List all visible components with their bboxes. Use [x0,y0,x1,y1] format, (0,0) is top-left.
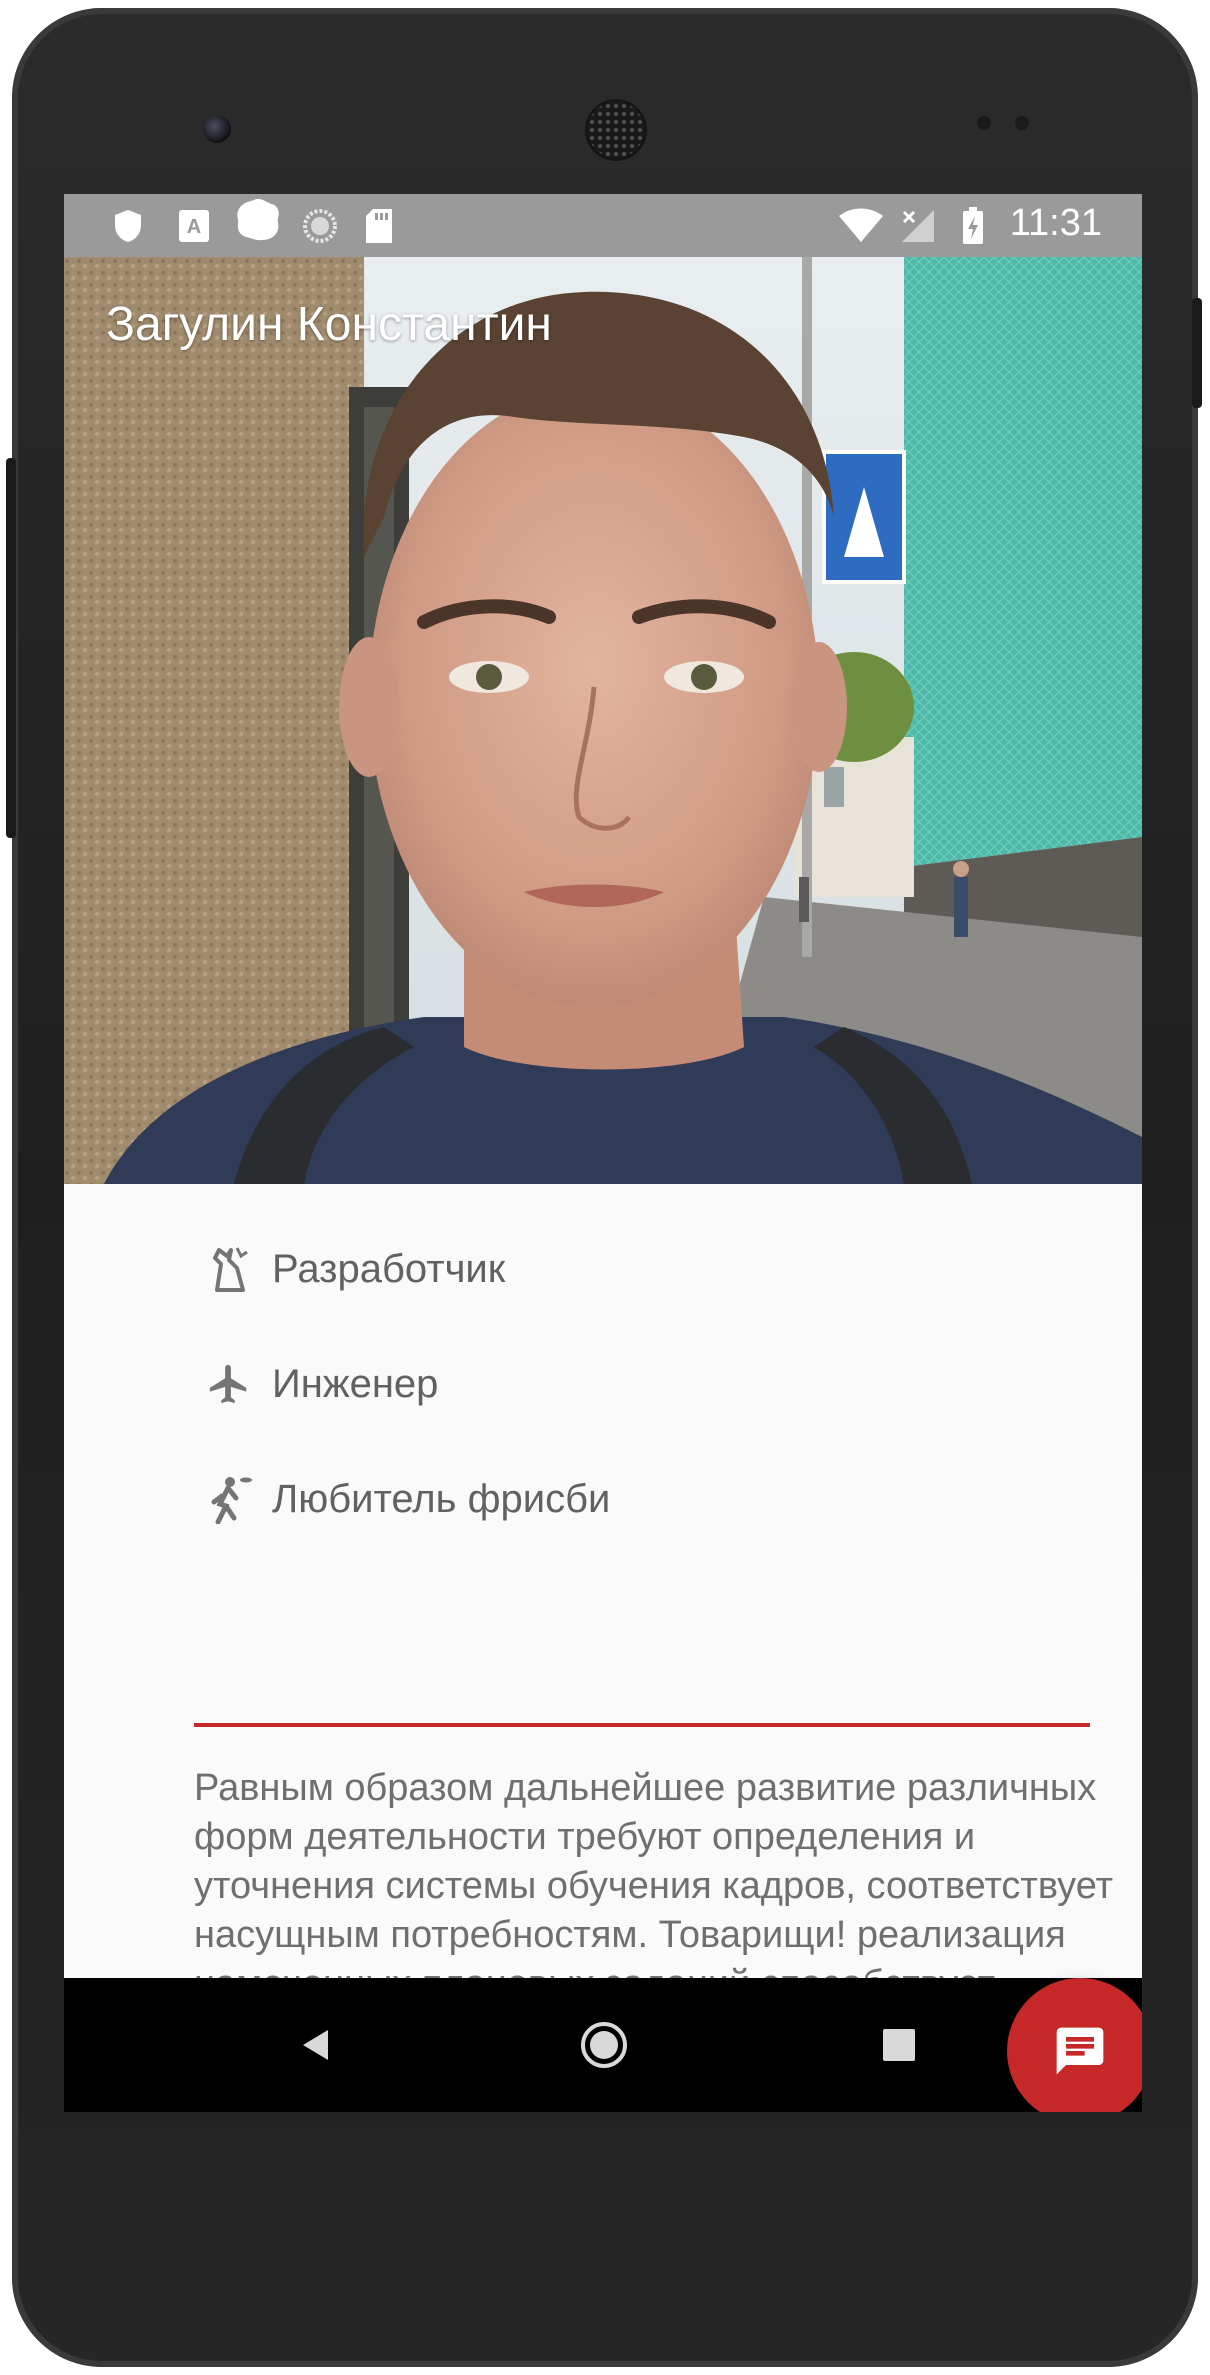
power-button [1192,298,1202,408]
screen: A 11:31 Загулин Константин Разработчик И… [64,194,1142,2112]
front-camera [203,115,231,143]
developer-icon [204,1244,254,1294]
volume-button [6,458,16,838]
light-sensor [1015,116,1029,130]
profile-photo [64,257,1142,1184]
notification-blob-icon [234,199,282,241]
role-label: Инженер [272,1361,439,1406]
airplane-icon [204,1359,254,1409]
section-divider [194,1723,1090,1727]
battery-charging-icon [962,207,984,244]
wifi-icon [838,208,884,244]
role-item-engineer: Инженер [204,1354,438,1414]
shield-icon [112,208,144,244]
back-icon [303,2030,328,2060]
status-bar: A 11:31 [64,194,1142,257]
loading-icon [302,208,338,244]
role-item-frisbee: Любитель фрисби [204,1469,610,1529]
proximity-sensor [977,116,991,130]
profile-hero-image: Загулин Константин [64,257,1142,1184]
home-icon [581,2022,627,2068]
profile-name-title: Загулин Константин [106,298,552,351]
earpiece-speaker [588,102,644,158]
role-label: Любитель фрисби [272,1476,611,1521]
message-icon [1056,2027,1104,2075]
home-button[interactable] [554,1978,654,2112]
recents-button[interactable] [854,1978,944,2112]
recents-icon [883,2029,915,2061]
sd-card-icon [364,208,394,244]
role-item-developer: Разработчик [204,1239,505,1299]
app-a-icon: A [178,208,210,244]
svg-text:A: A [187,216,201,238]
navigation-bar [64,1978,1142,2112]
back-button[interactable] [270,1978,360,2112]
frisbee-player-icon [204,1474,254,1524]
role-label: Разработчик [272,1246,506,1291]
signal-no-sim-icon [900,208,936,244]
status-time: 11:31 [1009,202,1102,244]
